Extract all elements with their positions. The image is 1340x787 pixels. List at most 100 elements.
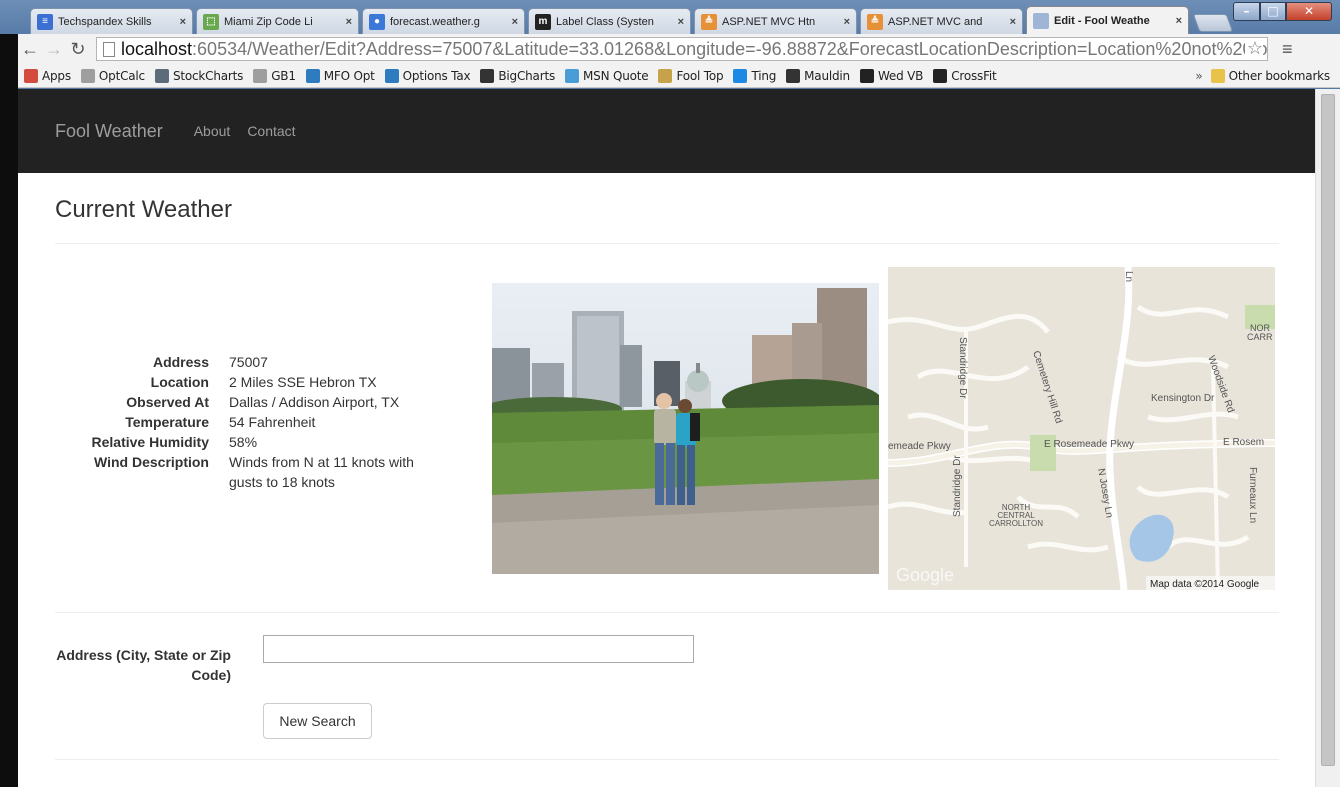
- bookmark-item[interactable]: Fool Top: [658, 68, 724, 83]
- bookmark-icon: [658, 68, 673, 83]
- tab-close-icon[interactable]: ×: [678, 16, 684, 28]
- location-map: Kensington Dr E Rosemeade Pkwy emeade Pk…: [888, 267, 1275, 590]
- bookmark-icon: [786, 68, 801, 83]
- address-bar[interactable]: localhost:60534/Weather/Edit?Address=750…: [96, 37, 1268, 61]
- bookmark-item[interactable]: Mauldin: [786, 68, 850, 83]
- tab-label: ASP.NET MVC Htn: [722, 15, 816, 28]
- tab-strip: ≡ Techspandex Skills × ⬚ Miami Zip Code Li × ●…: [30, 6, 1234, 34]
- browser-tab[interactable]: m Label Class (Systen ×: [528, 8, 691, 34]
- bookmark-item[interactable]: CrossFit: [933, 68, 997, 83]
- bookmark-label: MSN Quote: [583, 68, 649, 83]
- minimize-icon[interactable]: –: [1233, 2, 1260, 21]
- url-host: localhost: [121, 38, 193, 59]
- browser-tab[interactable]: ≜ ASP.NET MVC Htn ×: [694, 8, 857, 34]
- tab-close-icon[interactable]: ×: [180, 16, 186, 28]
- scrollbar-thumb[interactable]: [1321, 94, 1335, 766]
- tab-label: Edit - Fool Weathe: [1054, 14, 1150, 27]
- bookmark-item[interactable]: OptCalc: [80, 68, 145, 83]
- bookmark-item[interactable]: MFO Opt: [305, 68, 375, 83]
- detail-value: Winds from N at 11 knots with gusts to 1…: [229, 454, 414, 490]
- new-tab-button[interactable]: [1192, 14, 1234, 32]
- map-street-kensington: Kensington Dr: [1151, 393, 1215, 404]
- detail-row: Address 75007: [55, 352, 475, 372]
- tab-favicon-icon: [1033, 12, 1049, 29]
- close-window-icon[interactable]: ✕: [1286, 2, 1332, 21]
- star-icon[interactable]: ☆: [1244, 38, 1263, 59]
- tab-label: forecast.weather.g: [390, 15, 480, 28]
- tab-favicon-icon: m: [535, 13, 551, 30]
- detail-row: Location 2 Miles SSE Hebron TX: [55, 372, 475, 392]
- bookmark-item[interactable]: GB1: [253, 68, 296, 83]
- bookmark-label: StockCharts: [172, 68, 244, 83]
- weather-details: Address 75007 Location 2 Miles SSE Hebron T…: [55, 352, 475, 492]
- map-street-standridge: Standridge Dr: [957, 337, 968, 399]
- nav-link-contact[interactable]: Contact: [247, 123, 295, 139]
- map-street-rosemeade-west: emeade Pkwy: [888, 441, 951, 452]
- bookmark-label: Options Tax: [402, 68, 471, 83]
- detail-value: 2 Miles SSE Hebron TX: [229, 374, 377, 390]
- tab-close-icon[interactable]: ×: [512, 16, 518, 28]
- new-search-button[interactable]: New Search: [263, 703, 372, 739]
- bookmark-icon: [305, 68, 320, 83]
- browser-tab[interactable]: ≡ Techspandex Skills ×: [30, 8, 193, 34]
- tab-favicon-icon: ≡: [37, 13, 53, 30]
- back-arrow-icon[interactable]: ←: [18, 39, 42, 60]
- tab-close-icon[interactable]: ×: [346, 16, 352, 28]
- nav-link-about[interactable]: About: [194, 123, 231, 139]
- bookmark-label: CrossFit: [951, 68, 997, 83]
- bookmark-item[interactable]: Apps: [24, 68, 71, 83]
- bookmark-item[interactable]: StockCharts: [154, 68, 244, 83]
- map-attribution: Map data ©2014 Google: [1150, 579, 1260, 590]
- divider: [55, 243, 1279, 244]
- browser-tab[interactable]: Edit - Fool Weathe ×: [1026, 6, 1189, 34]
- bookmark-icon: [859, 68, 874, 83]
- address-field-label: Address (City, State or Zip Code): [56, 647, 231, 683]
- page-icon: [103, 41, 115, 57]
- detail-label: Address: [152, 354, 209, 370]
- bookmark-icon: [154, 68, 169, 83]
- bookmarks-bar: Apps OptCalc StockCharts GB1 MFO Opt Options …: [18, 64, 1340, 88]
- tab-close-icon[interactable]: ×: [1176, 15, 1182, 27]
- url-path: :60534/Weather/Edit?Address=75007&Latitu…: [192, 38, 1268, 59]
- tab-label: Label Class (Systen: [556, 15, 654, 28]
- site-navbar: Fool Weather About Contact: [18, 89, 1315, 173]
- reload-icon[interactable]: ↻: [66, 39, 90, 60]
- forward-arrow-icon[interactable]: →: [42, 39, 66, 60]
- tab-close-icon[interactable]: ×: [844, 16, 850, 28]
- bookmark-label: OptCalc: [98, 68, 145, 83]
- detail-row: Wind Description Winds from N at 11 knots…: [55, 452, 475, 492]
- bookmark-item[interactable]: MSN Quote: [565, 68, 649, 83]
- divider: [55, 612, 1279, 613]
- scrollbar[interactable]: [1315, 89, 1340, 787]
- location-photo: [492, 283, 879, 574]
- bookmark-label: Apps: [42, 68, 71, 83]
- address-input[interactable]: [263, 635, 694, 663]
- map-street-furneaux: Furneaux Ln: [1247, 467, 1258, 523]
- browser-tab[interactable]: ⬚ Miami Zip Code Li ×: [196, 8, 359, 34]
- bookmark-label: GB1: [271, 68, 296, 83]
- browser-tab[interactable]: ≜ ASP.NET MVC and ×: [860, 8, 1023, 34]
- detail-row: Observed At Dallas / Addison Airport, TX: [55, 392, 475, 412]
- menu-icon[interactable]: ≡: [1282, 39, 1293, 60]
- map-area-carr: CARR: [1247, 332, 1273, 342]
- tab-close-icon[interactable]: ×: [1010, 16, 1016, 28]
- window-controls: – □ ✕: [1233, 2, 1332, 21]
- other-bookmarks[interactable]: Other bookmarks: [1210, 68, 1330, 83]
- bookmark-label: Fool Top: [676, 68, 724, 83]
- bookmark-icon: [80, 68, 95, 83]
- browser-tab[interactable]: ● forecast.weather.g ×: [362, 8, 525, 34]
- bookmark-item[interactable]: Options Tax: [384, 68, 471, 83]
- site-brand[interactable]: Fool Weather: [55, 121, 163, 142]
- bookmark-item[interactable]: Wed VB: [859, 68, 923, 83]
- browser-toolbar: ← → ↻ localhost:60534/Weather/Edit?Addre…: [18, 34, 1340, 64]
- tab-favicon-icon: ●: [369, 13, 385, 30]
- bookmark-label: Mauldin: [804, 68, 850, 83]
- bookmark-item[interactable]: BigCharts: [480, 68, 555, 83]
- tab-label: Miami Zip Code Li: [224, 15, 313, 28]
- map-street-rosemeade-east: E Rosem: [1223, 437, 1264, 448]
- detail-value: 54 Fahrenheit: [229, 414, 316, 430]
- bookmark-item[interactable]: Ting: [733, 68, 776, 83]
- tab-label: Techspandex Skills: [58, 15, 152, 28]
- bookmarks-overflow-icon[interactable]: »: [1195, 69, 1202, 83]
- maximize-icon[interactable]: □: [1260, 2, 1286, 21]
